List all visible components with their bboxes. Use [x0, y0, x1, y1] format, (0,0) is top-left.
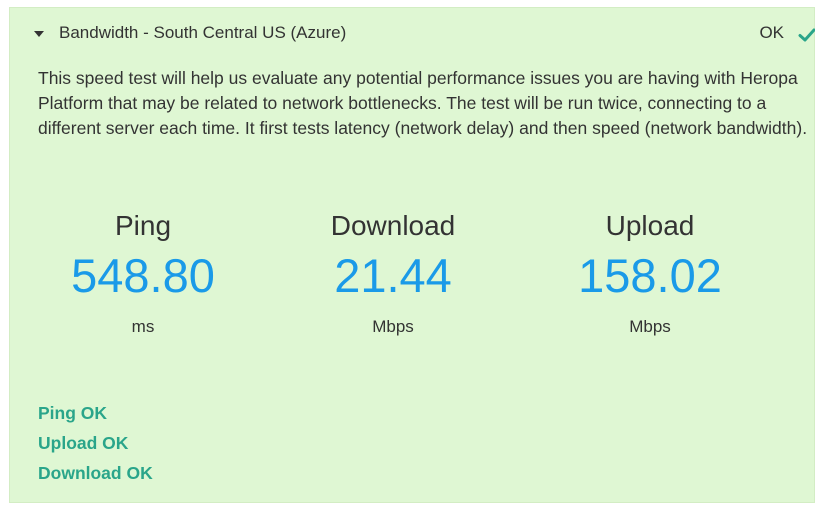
checkmark-icon: [798, 28, 815, 42]
metric-value: 158.02: [578, 249, 722, 302]
result-upload-ok: Upload OK: [38, 433, 129, 453]
panel-header-toggle[interactable]: Bandwidth - South Central US (Azure) OK: [10, 8, 815, 60]
metric-unit: ms: [131, 317, 155, 336]
result-download-ok: Download OK: [38, 463, 153, 483]
metric-value: 548.80: [71, 249, 215, 302]
metric-label: Ping: [114, 210, 172, 241]
metric-label: Download: [330, 210, 456, 241]
result-ping-ok: Ping OK: [38, 403, 108, 423]
caret-down-icon[interactable]: [34, 31, 44, 37]
status-text: OK: [759, 23, 784, 42]
test-results: Ping OK Upload OK Download OK: [38, 398, 153, 488]
metric-download: Download 21.44 Mbps: [268, 208, 518, 338]
panel-title: Bandwidth - South Central US (Azure): [59, 23, 347, 42]
metric-label: Upload: [605, 210, 695, 241]
metric-value: 21.44: [334, 249, 452, 302]
metric-upload: Upload 158.02 Mbps: [525, 208, 775, 338]
bandwidth-panel: Bandwidth - South Central US (Azure) OK …: [9, 7, 815, 503]
metric-ping: Ping 548.80 ms: [18, 208, 268, 338]
metric-unit: Mbps: [629, 317, 671, 336]
panel-description: This speed test will help us evaluate an…: [38, 68, 808, 138]
metric-unit: Mbps: [372, 317, 414, 336]
